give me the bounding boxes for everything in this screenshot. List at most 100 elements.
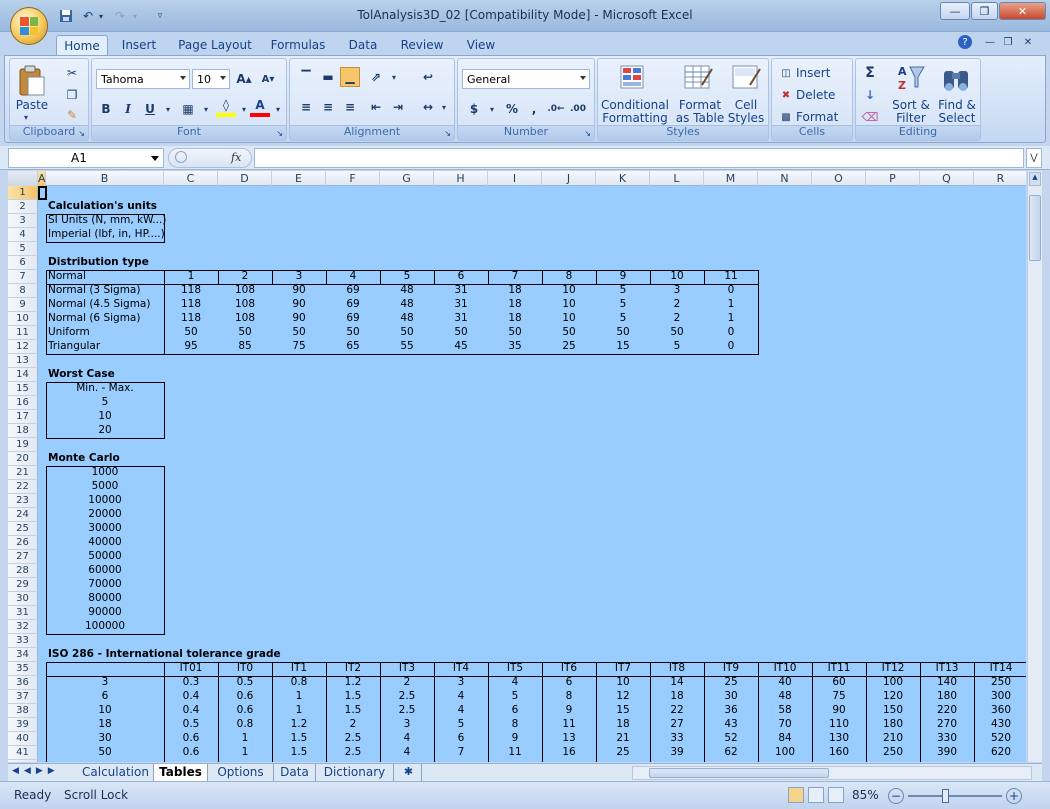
iso-value-cell[interactable]: 11: [488, 746, 542, 760]
iso-value-cell[interactable]: 4: [380, 732, 434, 746]
iso-value-cell[interactable]: 12: [596, 690, 650, 704]
row-header[interactable]: 8: [8, 284, 38, 298]
iso-value-cell[interactable]: 390: [920, 746, 974, 760]
row-header[interactable]: 11: [8, 326, 38, 340]
iso-value-cell[interactable]: 4: [434, 690, 488, 704]
paste-icon[interactable]: [18, 65, 46, 97]
iso-value-cell[interactable]: 0.5: [218, 676, 272, 690]
iso-value-cell[interactable]: 1.2: [326, 676, 380, 690]
row-header[interactable]: 35: [8, 662, 38, 676]
iso-value-cell[interactable]: 0.8: [272, 676, 326, 690]
row-header[interactable]: 40: [8, 732, 38, 746]
row-header[interactable]: 12: [8, 340, 38, 354]
cell-styles-icon[interactable]: [732, 65, 762, 94]
iso-value-cell[interactable]: 21: [596, 732, 650, 746]
zoom-slider[interactable]: [908, 795, 1002, 797]
iso-header-cell[interactable]: IT3: [380, 662, 434, 676]
binoculars-icon[interactable]: [942, 65, 972, 96]
align-bottom-icon[interactable]: ▁: [340, 67, 360, 87]
row-header[interactable]: 29: [8, 578, 38, 592]
row-header[interactable]: 25: [8, 522, 38, 536]
row-header[interactable]: 2: [8, 200, 38, 214]
iso-value-cell[interactable]: 60: [812, 676, 866, 690]
iso-value-cell[interactable]: 33: [650, 732, 704, 746]
page-layout-view-icon[interactable]: [808, 787, 824, 803]
iso-value-cell[interactable]: 0.5: [164, 718, 218, 732]
horizontal-scrollbar[interactable]: [632, 766, 1032, 780]
iso-value-cell[interactable]: 22: [650, 704, 704, 718]
iso-value-cell[interactable]: 52: [704, 732, 758, 746]
section-title-distribution[interactable]: Distribution type: [48, 256, 248, 270]
row-header[interactable]: 15: [8, 382, 38, 396]
sort-filter-button[interactable]: Sort & Filter: [888, 99, 934, 125]
iso-value-cell[interactable]: 1: [272, 690, 326, 704]
iso-header-cell[interactable]: IT14: [974, 662, 1026, 676]
font-launcher-icon[interactable]: ↘: [276, 129, 283, 138]
row-header[interactable]: 9: [8, 298, 38, 312]
row-header[interactable]: 36: [8, 676, 38, 690]
iso-value-cell[interactable]: 2.5: [380, 704, 434, 718]
row-header[interactable]: 6: [8, 256, 38, 270]
sheet-nav-icon[interactable]: ◀◀▶▶: [12, 766, 60, 776]
iso-value-cell[interactable]: 1.5: [326, 690, 380, 704]
ribbon-close-icon[interactable]: ✕: [1020, 34, 1036, 50]
column-header[interactable]: C: [164, 171, 218, 186]
iso-value-cell[interactable]: 0.6: [218, 690, 272, 704]
decrease-decimal-icon[interactable]: .00: [568, 99, 588, 119]
column-header[interactable]: B: [46, 171, 164, 186]
vertical-scrollbar[interactable]: ▲: [1027, 171, 1042, 762]
select-all-corner[interactable]: [8, 171, 38, 186]
iso-header-cell[interactable]: IT6: [542, 662, 596, 676]
iso-value-cell[interactable]: 15: [596, 704, 650, 718]
row-header[interactable]: 41: [8, 746, 38, 760]
underline-icon[interactable]: U: [140, 99, 160, 119]
expand-formula-bar-icon[interactable]: ⋁: [1026, 148, 1042, 168]
orientation-dropdown-icon[interactable]: ▾: [384, 67, 404, 87]
iso-size-cell[interactable]: 10: [46, 704, 164, 718]
iso-value-cell[interactable]: 360: [974, 704, 1026, 718]
clear-icon[interactable]: ⌫: [860, 107, 880, 127]
iso-value-cell[interactable]: 6: [434, 732, 488, 746]
iso-header-cell[interactable]: IT11: [812, 662, 866, 676]
insert-cells-button[interactable]: Insert: [796, 67, 830, 80]
help-icon[interactable]: ?: [958, 35, 972, 49]
iso-header-cell[interactable]: IT10: [758, 662, 812, 676]
column-header[interactable]: K: [596, 171, 650, 186]
iso-value-cell[interactable]: 39: [650, 746, 704, 760]
iso-value-cell[interactable]: 220: [920, 704, 974, 718]
iso-value-cell[interactable]: 1.5: [272, 732, 326, 746]
scroll-up-icon[interactable]: ▲: [1029, 172, 1041, 186]
iso-value-cell[interactable]: 110: [812, 718, 866, 732]
wrap-text-icon[interactable]: ↩: [418, 67, 438, 87]
iso-value-cell[interactable]: 84: [758, 732, 812, 746]
iso-header-cell[interactable]: IT8: [650, 662, 704, 676]
section-title-iso286[interactable]: ISO 286 - International tolerance grade: [48, 648, 448, 662]
iso-value-cell[interactable]: 48: [758, 690, 812, 704]
iso-value-cell[interactable]: 140: [920, 676, 974, 690]
row-header[interactable]: 26: [8, 536, 38, 550]
row-header[interactable]: 37: [8, 690, 38, 704]
copy-icon[interactable]: ❐: [62, 85, 82, 105]
decrease-indent-icon[interactable]: ⇤: [366, 97, 386, 117]
grow-font-icon[interactable]: A▴: [234, 69, 254, 89]
row-header[interactable]: 18: [8, 424, 38, 438]
zoom-slider-thumb[interactable]: [942, 789, 949, 803]
iso-size-cell[interactable]: 18: [46, 718, 164, 732]
format-cells-icon[interactable]: ▩: [776, 107, 796, 127]
cell-styles-button[interactable]: Cell Styles: [724, 99, 768, 125]
row-header[interactable]: 31: [8, 606, 38, 620]
iso-value-cell[interactable]: 160: [812, 746, 866, 760]
sheet-tab-calculation[interactable]: Calculation: [78, 764, 154, 781]
iso-header-cell[interactable]: IT7: [596, 662, 650, 676]
iso-header-cell[interactable]: IT2: [326, 662, 380, 676]
iso-value-cell[interactable]: 9: [488, 732, 542, 746]
column-header[interactable]: P: [866, 171, 920, 186]
tab-page-layout[interactable]: Page Layout: [174, 35, 256, 56]
column-header[interactable]: A: [38, 171, 46, 186]
zoom-in-icon[interactable]: +: [1006, 788, 1022, 804]
iso-size-cell[interactable]: 6: [46, 690, 164, 704]
tab-view[interactable]: View: [460, 35, 502, 56]
iso-value-cell[interactable]: 14: [650, 676, 704, 690]
paste-dropdown-icon[interactable]: ▾: [24, 113, 28, 122]
row-header[interactable]: 30: [8, 592, 38, 606]
